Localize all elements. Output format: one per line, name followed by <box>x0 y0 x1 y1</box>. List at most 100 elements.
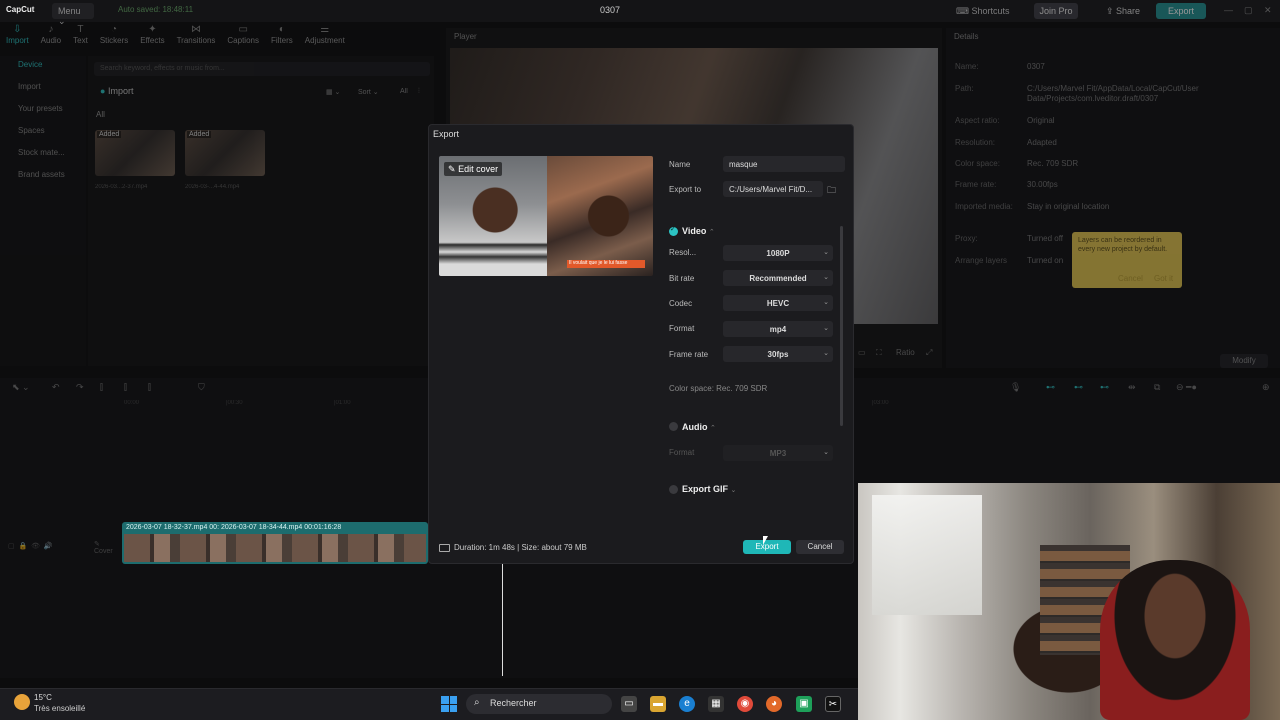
export-path-input[interactable]: C:/Users/Marvel Fit/D... <box>723 181 823 197</box>
tool-transitions[interactable]: ⋈ Transitions <box>177 24 216 50</box>
tool-stickers[interactable]: ◔ Stickers <box>100 24 128 50</box>
undo-icon[interactable]: ↶ <box>52 382 60 393</box>
name-input[interactable]: masque <box>723 156 845 172</box>
media-import-button[interactable]: ● Import <box>100 86 133 96</box>
tool-text[interactable]: T Text <box>73 24 88 50</box>
select-value: mp4 <box>769 325 787 334</box>
tool-effects[interactable]: ✦ Effects <box>140 24 164 50</box>
select-value: Recommended <box>749 274 807 283</box>
task-view-icon[interactable]: ▭ <box>621 696 637 712</box>
media-thumb[interactable]: Added <box>185 130 265 176</box>
maximize-icon[interactable]: ▢ <box>1244 5 1253 16</box>
grid-view-icon[interactable]: ▦ ⌄ <box>326 88 340 96</box>
gif-checkbox[interactable] <box>669 485 678 494</box>
marker-icon[interactable]: ⛉ <box>198 382 205 393</box>
effects-icon: ✦ <box>148 24 157 35</box>
weather-desc[interactable]: Très ensoleillé <box>34 704 85 713</box>
app-icon[interactable]: ▣ <box>796 696 812 712</box>
dialog-scrollbar[interactable] <box>840 226 843 426</box>
tool-captions[interactable]: ▭ Captions <box>227 24 259 50</box>
audio-section-title[interactable]: Audio ⌃ <box>682 422 716 432</box>
fullscreen-icon[interactable]: ⤢ <box>926 348 932 358</box>
nav-item-presets[interactable]: Your presets <box>0 100 86 117</box>
audio-section-label: Audio <box>682 422 708 432</box>
main-toolbar: ⇩ Import ♪ Audio T Text ◔ Stickers ✦ Effects … <box>6 24 436 50</box>
cancel-button[interactable]: Cancel <box>796 540 844 554</box>
sort-button[interactable]: Sort ⌄ <box>358 88 379 96</box>
nav-item-stock[interactable]: Stock mate... <box>0 144 86 161</box>
gif-section-title[interactable]: Export GIF ⌄ <box>682 484 736 494</box>
link-icon[interactable]: ⊷ <box>1046 382 1055 393</box>
media-thumb[interactable]: Added <box>95 130 175 176</box>
resolution-select[interactable]: 1080P ⌄ <box>723 245 833 261</box>
filter-all-button[interactable]: All <box>400 88 408 95</box>
nav-item-spaces[interactable]: Spaces <box>0 122 86 139</box>
tool-label: Captions <box>227 36 259 45</box>
top-export-button[interactable]: Export <box>1156 3 1206 19</box>
store-icon[interactable]: ▦ <box>708 696 724 712</box>
framerate-select[interactable]: 30fps ⌄ <box>723 346 833 362</box>
split-left-icon[interactable]: ⫿ <box>124 382 127 393</box>
fit-icon[interactable]: ▭ <box>858 348 866 357</box>
transitions-icon: ⋈ <box>190 24 201 35</box>
folder-icon[interactable]: 🗀 <box>827 183 841 195</box>
tooltip-cancel-button[interactable]: Cancel <box>1118 274 1143 283</box>
windows-start-icon[interactable] <box>441 696 457 712</box>
tooltip-got-it-button[interactable]: Got it <box>1154 274 1173 283</box>
nav-item-device[interactable]: Device <box>0 56 86 73</box>
nav-item-brand[interactable]: Brand assets <box>0 166 86 183</box>
split-right-icon[interactable]: ⫿ <box>148 382 151 393</box>
audio-format-select[interactable]: MP3 ⌄ <box>723 445 833 461</box>
nav-item-import[interactable]: Import <box>0 78 86 95</box>
select-tool-icon[interactable]: ⬉ ⌄ <box>12 382 30 393</box>
weather-temp[interactable]: 15°C <box>34 693 52 702</box>
format-select[interactable]: mp4 ⌄ <box>723 321 833 337</box>
search-icon: ⌕ <box>474 697 480 708</box>
tool-import[interactable]: ⇩ Import <box>6 24 29 50</box>
details-title: Details <box>954 32 979 41</box>
filter-icon[interactable]: ⫶ <box>418 88 420 96</box>
magnet-icon[interactable]: ⊷ <box>1074 382 1083 393</box>
cover-button[interactable]: ✎ Cover <box>94 540 113 555</box>
edge-icon[interactable]: e <box>679 696 695 712</box>
menu-button[interactable]: Menu ⌄ <box>52 3 94 26</box>
sort-label: Sort <box>358 89 371 96</box>
align-icon[interactable]: ⇹ <box>1128 382 1136 393</box>
tooltip-text: Layers can be reordered in every new pro… <box>1078 237 1168 253</box>
tool-adjustment[interactable]: ⚌ Adjustment <box>305 24 345 50</box>
snap-icon[interactable]: ⊷ <box>1100 382 1109 393</box>
gif-section-label: Export GIF <box>682 484 729 494</box>
close-icon[interactable]: ✕ <box>1264 5 1272 16</box>
codec-select[interactable]: HEVC ⌄ <box>723 295 833 311</box>
tool-filters[interactable]: ◐ Filters <box>271 24 293 50</box>
share-button[interactable]: ⇪ Share <box>1102 3 1144 20</box>
taskbar-search[interactable]: ⌕ Rechercher <box>466 694 612 714</box>
join-pro-button[interactable]: Join Pro <box>1034 3 1078 19</box>
detail-value: 0307 <box>1027 62 1045 71</box>
redo-icon[interactable]: ↷ <box>76 382 84 393</box>
shortcuts-button[interactable]: ⌨ Shortcuts <box>952 3 1014 19</box>
tool-audio[interactable]: ♪ Audio <box>41 24 61 50</box>
firefox-icon[interactable]: ◕ <box>766 696 782 712</box>
edit-cover-button[interactable]: ✎ Edit cover <box>444 162 503 176</box>
zoom-fit-icon[interactable]: ⊕ <box>1262 382 1270 393</box>
minimize-icon[interactable]: — <box>1224 5 1233 15</box>
mic-icon[interactable]: 🎙 <box>1010 382 1021 393</box>
capcut-icon[interactable]: ✂ <box>825 696 841 712</box>
media-all-tab[interactable]: All <box>96 110 105 119</box>
ratio-button[interactable]: Ratio <box>896 348 915 357</box>
chrome-icon[interactable]: ◉ <box>737 696 753 712</box>
select-value: 1080P <box>766 249 790 258</box>
audio-checkbox[interactable] <box>669 422 678 431</box>
split-icon[interactable]: ⫿ <box>100 382 103 393</box>
preview-icon[interactable]: ⧉ <box>1154 382 1160 393</box>
weather-icon[interactable] <box>14 694 30 710</box>
modify-button[interactable]: Modify <box>1220 354 1268 368</box>
bitrate-select[interactable]: Recommended ⌄ <box>723 270 833 286</box>
zoom-slider[interactable]: ⊖ ━● <box>1176 382 1197 393</box>
crop-icon[interactable]: ⛶ <box>876 348 882 358</box>
video-section-title[interactable]: Video ⌃ <box>682 226 715 236</box>
media-search-input[interactable]: Search keyword, effects or music from... <box>94 62 430 76</box>
video-checkbox[interactable] <box>669 225 678 236</box>
file-explorer-icon[interactable]: ▬ <box>650 696 666 712</box>
